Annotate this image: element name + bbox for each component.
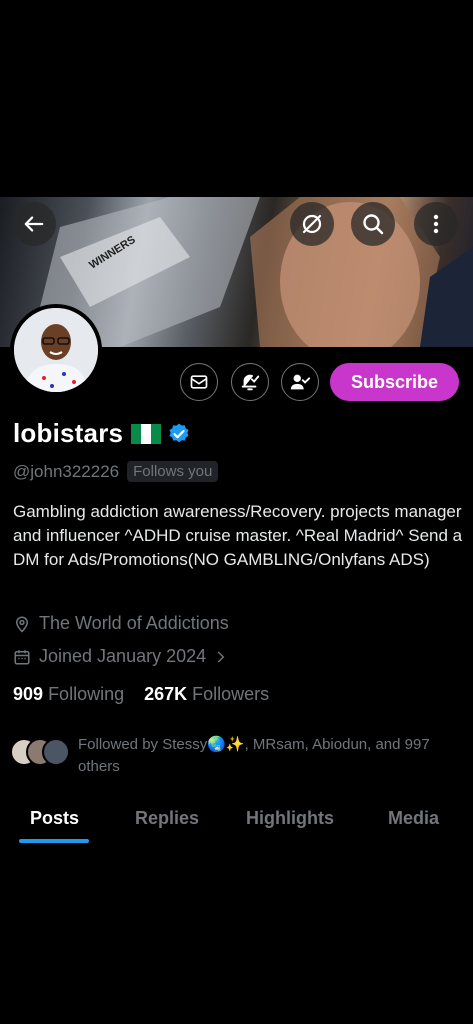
following-stat[interactable]: 909 Following bbox=[13, 684, 124, 705]
followed-by-text: Followed by Stessy🌏✨, MRsam, Abiodun, an… bbox=[78, 736, 430, 775]
follower-avatar bbox=[42, 738, 70, 766]
follows-you-badge: Follows you bbox=[127, 461, 219, 482]
verified-badge-icon[interactable] bbox=[167, 422, 191, 446]
tab-highlights[interactable]: Highlights bbox=[246, 808, 334, 829]
envelope-icon bbox=[190, 375, 208, 389]
subscribe-button[interactable]: Subscribe bbox=[330, 363, 459, 401]
location-text: The World of Addictions bbox=[39, 613, 229, 633]
profile-bio: Gambling addiction awareness/Recovery. p… bbox=[13, 502, 463, 569]
grok-button[interactable] bbox=[290, 202, 334, 246]
tab-media[interactable]: Media bbox=[388, 808, 439, 829]
profile-tabs: Posts Replies Highlights Media bbox=[0, 804, 473, 854]
avatar[interactable] bbox=[10, 304, 102, 396]
arrow-left-icon bbox=[24, 216, 44, 232]
message-button[interactable] bbox=[180, 363, 218, 401]
active-tab-indicator bbox=[19, 839, 89, 843]
followers-stat[interactable]: 267K Followers bbox=[144, 684, 269, 705]
person-check-icon bbox=[290, 374, 311, 390]
more-button[interactable] bbox=[414, 202, 458, 246]
notifications-button[interactable] bbox=[231, 363, 269, 401]
nigeria-flag-icon bbox=[131, 423, 162, 444]
tab-replies[interactable]: Replies bbox=[135, 808, 199, 829]
tab-posts[interactable]: Posts bbox=[30, 808, 79, 829]
followers-count: 267K bbox=[144, 684, 188, 704]
profile-name-row: lobistars bbox=[13, 418, 191, 449]
more-vertical-icon bbox=[433, 214, 439, 234]
handle-row: @john322226 Follows you bbox=[13, 461, 219, 482]
chevron-right-icon bbox=[218, 651, 225, 662]
followers-label: Followers bbox=[192, 684, 270, 704]
following-button[interactable] bbox=[281, 363, 319, 401]
following-label: Following bbox=[48, 684, 125, 704]
profile-stats: 909 Following 267K Followers bbox=[13, 684, 269, 705]
follower-avatars bbox=[10, 734, 70, 770]
profile-name: lobistars bbox=[13, 418, 124, 448]
followed-by-row[interactable]: Followed by Stessy🌏✨, MRsam, Abiodun, an… bbox=[10, 734, 465, 778]
search-button[interactable] bbox=[351, 202, 395, 246]
avatar-image bbox=[14, 308, 98, 392]
bell-check-icon bbox=[241, 374, 260, 391]
location-pin-icon bbox=[15, 616, 29, 633]
grok-icon bbox=[302, 214, 322, 234]
profile-location: The World of Addictions bbox=[13, 613, 229, 634]
profile-handle: @john322226 bbox=[13, 461, 120, 481]
following-count: 909 bbox=[13, 684, 44, 704]
profile-joined[interactable]: Joined January 2024 bbox=[13, 646, 228, 667]
back-button[interactable] bbox=[12, 202, 56, 246]
search-icon bbox=[363, 214, 384, 235]
joined-text: Joined January 2024 bbox=[39, 646, 207, 666]
calendar-icon bbox=[14, 649, 30, 664]
